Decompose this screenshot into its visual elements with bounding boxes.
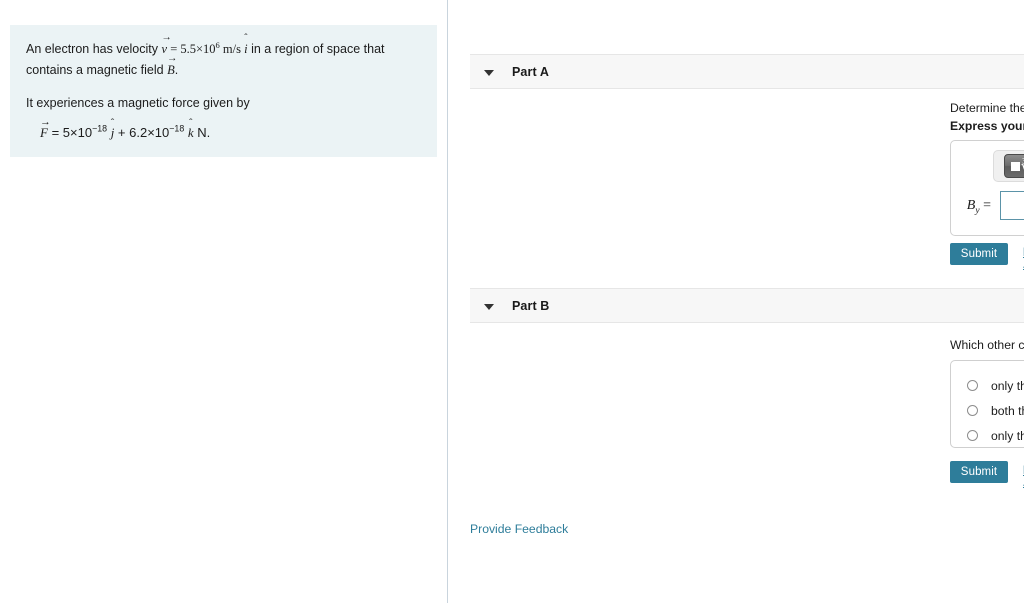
part-a-title: Part A xyxy=(512,64,549,79)
math-template-icon: ∛ xyxy=(1010,159,1024,173)
part-a-submit-button[interactable]: Submit xyxy=(950,243,1008,265)
part-b-options-group: only the x component both the x and z co… xyxy=(950,360,1024,448)
force-vector: → F xyxy=(40,117,51,140)
part-b-question-text-1: Which other components of xyxy=(950,338,1024,352)
part-a-instruction: Express your answer in units of tesla. xyxy=(950,119,1024,133)
magnetic-field-vector: → B xyxy=(167,52,178,77)
caret-down-icon[interactable] xyxy=(484,301,494,311)
part-b-option-0[interactable]: only the x component xyxy=(967,373,1024,398)
part-b-option-label: only the x component xyxy=(991,378,1024,393)
part-b-submit-button[interactable]: Submit xyxy=(950,461,1008,483)
force-equation: →F = 5×10−18 ̂j + 6.2×10−18 ̂k N. xyxy=(26,117,421,141)
part-b-option-2[interactable]: only the z component xyxy=(967,423,1024,448)
velocity-equation: = 5.5×106 m/s ̂i xyxy=(167,41,247,56)
part-a-input-row: By = T xyxy=(951,182,1024,231)
force-equation-value: = 5×10−18 ̂j + 6.2×10−18 ̂k N. xyxy=(52,123,211,141)
force-exponent-2: −18 xyxy=(169,123,185,134)
part-b-title: Part B xyxy=(512,298,550,313)
problem-sentence-1-period: . xyxy=(174,63,179,77)
part-b-header[interactable]: Part B xyxy=(470,288,1024,323)
part-a-header[interactable]: Part A xyxy=(470,54,1024,89)
provide-feedback-link[interactable]: Provide Feedback xyxy=(470,522,568,536)
radio-button-icon[interactable] xyxy=(967,380,978,391)
math-toolbar: ∛ ΑΣφ xyxy=(993,150,1024,182)
velocity-vector: → v xyxy=(161,31,172,56)
j-hat-unit-vector: ̂j xyxy=(111,125,115,141)
part-b-option-label: only the z component xyxy=(991,428,1024,443)
part-b-option-1[interactable]: both the x and z components xyxy=(967,398,1024,423)
force-exponent-1: −18 xyxy=(92,123,108,134)
part-a-variable-label: By = xyxy=(966,197,991,216)
part-b-option-label: both the x and z components xyxy=(991,403,1024,418)
i-hat-unit-vector: ̂i xyxy=(244,39,247,60)
part-a-answer-input[interactable] xyxy=(1000,191,1024,220)
radio-button-icon[interactable] xyxy=(967,405,978,416)
part-a-question: Determine the y component of the magneti… xyxy=(950,101,1024,115)
part-b-question: Which other components of →B can be dete… xyxy=(950,336,1024,354)
problem-sentence-2: It experiences a magnetic force given by xyxy=(26,96,250,110)
math-template-button[interactable]: ∛ xyxy=(1004,154,1024,178)
problem-page: An electron has velocity → v = 5.5×106 m/… xyxy=(0,0,1024,603)
problem-statement-card: An electron has velocity → v = 5.5×106 m/… xyxy=(10,25,437,157)
part-a-answer-box: ∛ ΑΣφ xyxy=(950,140,1024,236)
radio-button-icon[interactable] xyxy=(967,430,978,441)
answer-pane: Part A Determine the y component of the … xyxy=(448,0,1024,603)
problem-sentence-1-text: An electron has velocity xyxy=(26,42,162,56)
problem-sentence-1: An electron has velocity → v = 5.5×106 m/… xyxy=(26,31,421,81)
caret-down-icon[interactable] xyxy=(484,67,494,77)
problem-statement-pane: An electron has velocity → v = 5.5×106 m/… xyxy=(0,0,447,603)
k-hat-unit-vector: ̂k xyxy=(188,125,194,141)
